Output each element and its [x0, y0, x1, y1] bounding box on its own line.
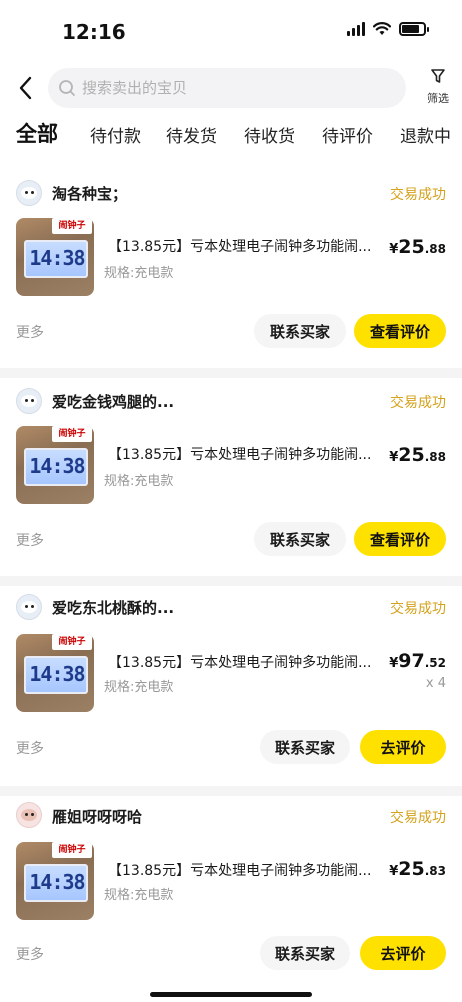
tab-refunding[interactable]: 退款中 — [400, 122, 451, 147]
order-card: 爱吃金钱鸡腿的... 交易成功 闹钟子 14:38 【13.85元】亏本处理电子… — [0, 378, 462, 576]
product-spec: 规格:充电款 — [104, 888, 174, 903]
shop-name[interactable]: 淘各种宝； — [52, 183, 127, 204]
order-tabs: 全部 待付款 待发货 待收货 待评价 退款中 — [0, 118, 462, 156]
sticker-label: 闹钟子 — [52, 842, 92, 858]
sticker-label: 闹钟子 — [52, 426, 92, 442]
quantity: x 4 — [425, 676, 446, 691]
clock-digits: 14:38 — [29, 246, 85, 270]
more-link[interactable]: 更多 — [16, 738, 44, 758]
shop-avatar — [16, 802, 42, 828]
go-review-button[interactable]: 去评价 — [360, 936, 446, 970]
product-spec: 规格:充电款 — [104, 266, 174, 281]
tab-pending-review[interactable]: 待评价 — [322, 122, 373, 147]
sticker-label: 闹钟子 — [52, 218, 92, 234]
filter-label: 筛选 — [427, 92, 449, 105]
clock-digits: 14:38 — [29, 454, 85, 478]
order-status: 交易成功 — [390, 601, 446, 617]
shop-name[interactable]: 爱吃东北桃酥的... — [52, 597, 174, 618]
clock-digits: 14:38 — [29, 870, 85, 894]
go-review-button[interactable]: 去评价 — [360, 730, 446, 764]
tab-all[interactable]: 全部 — [16, 118, 58, 148]
search-icon — [59, 80, 75, 96]
more-link[interactable]: 更多 — [16, 944, 44, 964]
contact-buyer-button[interactable]: 联系买家 — [260, 730, 350, 764]
shop-name[interactable]: 雁姐呀呀呀哈 — [52, 806, 142, 827]
chevron-left-icon — [19, 76, 32, 100]
contact-buyer-button[interactable]: 联系买家 — [260, 936, 350, 970]
status-time: 12:16 — [62, 20, 126, 44]
tab-pending-shipment[interactable]: 待发货 — [166, 122, 217, 147]
price: ¥25.88 — [389, 236, 446, 258]
view-review-button[interactable]: 查看评价 — [354, 314, 446, 348]
contact-buyer-button[interactable]: 联系买家 — [254, 522, 346, 556]
back-button[interactable] — [12, 72, 42, 104]
order-status: 交易成功 — [390, 810, 446, 826]
product-title[interactable]: 【13.85元】亏本处理电子闹钟多功能闹... — [108, 236, 386, 256]
product-title[interactable]: 【13.85元】亏本处理电子闹钟多功能闹... — [108, 860, 386, 880]
product-image[interactable]: 闹钟子 14:38 — [16, 426, 94, 504]
product-spec: 规格:充电款 — [104, 680, 174, 695]
contact-buyer-button[interactable]: 联系买家 — [254, 314, 346, 348]
order-divider — [0, 368, 462, 378]
battery-icon — [399, 22, 429, 36]
shop-avatar — [16, 594, 42, 620]
tab-pending-receipt[interactable]: 待收货 — [244, 122, 295, 147]
more-link[interactable]: 更多 — [16, 530, 44, 550]
shop-avatar — [16, 180, 42, 206]
product-title[interactable]: 【13.85元】亏本处理电子闹钟多功能闹... — [108, 652, 386, 672]
tab-pending-payment[interactable]: 待付款 — [90, 122, 141, 147]
product-image[interactable]: 闹钟子 14:38 — [16, 842, 94, 920]
order-status: 交易成功 — [390, 187, 446, 203]
order-card: 爱吃东北桃酥的... 交易成功 闹钟子 14:38 【13.85元】亏本处理电子… — [0, 586, 462, 788]
order-divider — [0, 786, 462, 796]
order-card: 淘各种宝； 交易成功 闹钟子 14:38 【13.85元】亏本处理电子闹钟多功能… — [0, 170, 462, 368]
product-image[interactable]: 闹钟子 14:38 — [16, 218, 94, 296]
search-bar-row: 筛选 — [0, 64, 462, 112]
order-status: 交易成功 — [390, 395, 446, 411]
price: ¥25.83 — [389, 858, 446, 880]
order-divider — [0, 576, 462, 586]
status-icons — [347, 22, 429, 36]
price: ¥97.52 — [389, 650, 446, 672]
sticker-label: 闹钟子 — [52, 634, 92, 650]
search-box[interactable] — [48, 68, 406, 108]
filter-button[interactable]: 筛选 — [418, 68, 458, 112]
order-card: 雁姐呀呀呀哈 交易成功 闹钟子 14:38 【13.85元】亏本处理电子闹钟多功… — [0, 796, 462, 992]
shop-name[interactable]: 爱吃金钱鸡腿的... — [52, 391, 174, 412]
signal-icon — [347, 22, 365, 36]
price: ¥25.88 — [389, 444, 446, 466]
more-link[interactable]: 更多 — [16, 322, 44, 342]
status-bar: 12:16 — [0, 0, 462, 62]
search-input[interactable] — [82, 68, 392, 108]
shop-avatar — [16, 388, 42, 414]
filter-icon — [431, 69, 445, 83]
home-indicator — [150, 992, 312, 997]
product-image[interactable]: 闹钟子 14:38 — [16, 634, 94, 712]
view-review-button[interactable]: 查看评价 — [354, 522, 446, 556]
product-title[interactable]: 【13.85元】亏本处理电子闹钟多功能闹... — [108, 444, 386, 464]
clock-digits: 14:38 — [29, 662, 85, 686]
wifi-icon — [373, 22, 391, 35]
product-spec: 规格:充电款 — [104, 474, 174, 489]
